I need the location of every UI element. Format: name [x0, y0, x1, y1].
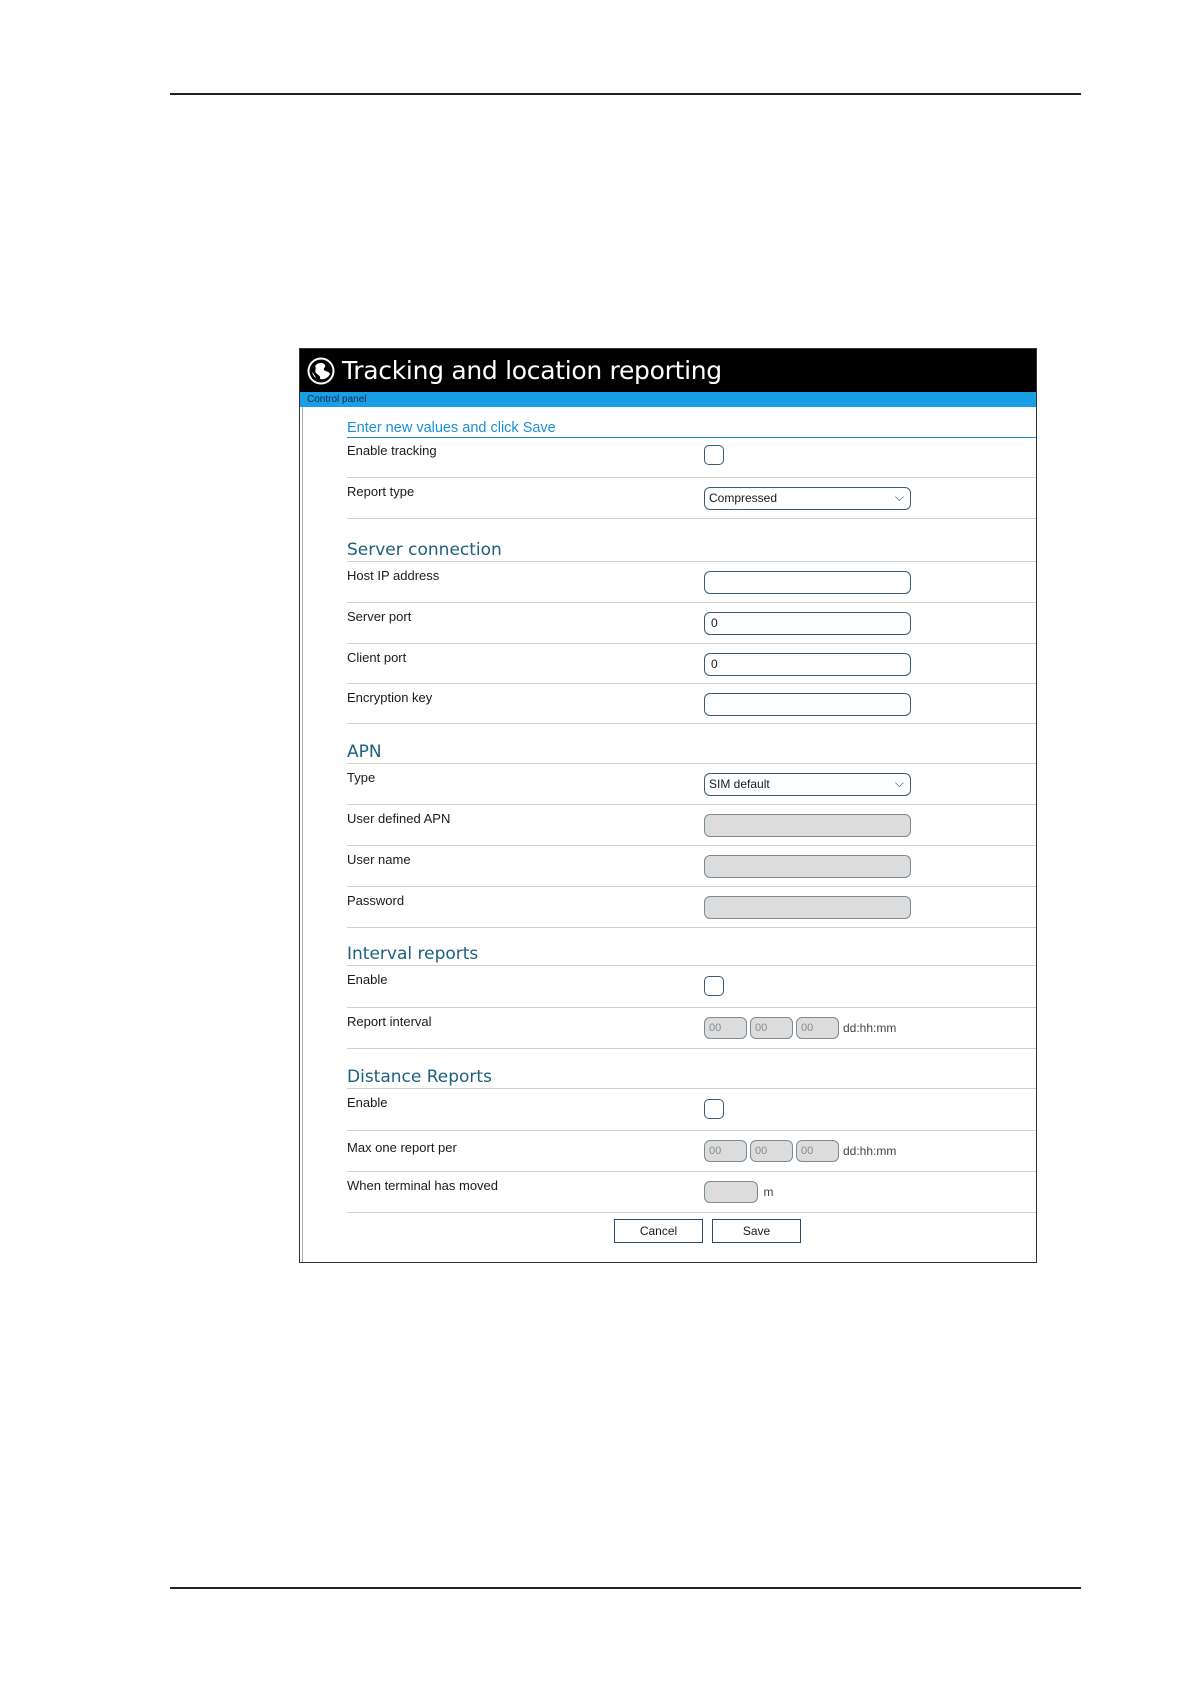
password-label: Password [347, 893, 405, 908]
save-button[interactable]: Save [712, 1219, 801, 1243]
row-moved: When terminal has moved m [347, 1172, 1036, 1213]
row-max-report: Max one report per 00 00 00 dd:hh:mm [347, 1131, 1036, 1172]
row-apn-type: Type SIM default ⌵ [347, 764, 1036, 805]
server-connection-heading: Server connection [347, 540, 1036, 562]
row-user-apn: User defined APN [347, 805, 1036, 846]
report-type-label: Report type [347, 484, 415, 499]
interval-reports-heading: Interval reports [347, 944, 1036, 966]
page-footer-rule [170, 1587, 1081, 1589]
row-encryption-key: Encryption key [347, 684, 1036, 724]
row-client-port: Client port 0 [347, 644, 1036, 684]
max-report-label: Max one report per [347, 1140, 457, 1155]
password-input [704, 896, 911, 919]
interval-hours-input: 00 [750, 1017, 793, 1039]
row-password: Password [347, 887, 1036, 928]
max-days-input: 00 [704, 1140, 747, 1162]
moved-distance-input [704, 1181, 758, 1203]
report-interval-fields: 00 00 00 dd:hh:mm [704, 1017, 896, 1039]
apn-heading: APN [347, 742, 1036, 764]
title-bar: Tracking and location reporting [300, 349, 1036, 392]
sidebar-edge [302, 407, 303, 1262]
window-title: Tracking and location reporting [342, 356, 722, 385]
report-interval-label: Report interval [347, 1014, 432, 1029]
row-username: User name [347, 846, 1036, 887]
max-hours-input: 00 [750, 1140, 793, 1162]
row-interval-enable: Enable [347, 966, 1036, 1008]
interval-days-input: 00 [704, 1017, 747, 1039]
app-window: Tracking and location reporting Control … [299, 348, 1037, 1263]
max-minutes-input: 00 [796, 1140, 839, 1162]
distance-enable-label: Enable [347, 1095, 388, 1110]
server-port-input[interactable]: 0 [704, 612, 911, 635]
host-ip-input[interactable] [704, 571, 911, 594]
max-unit: dd:hh:mm [843, 1144, 897, 1158]
chevron-down-icon: ⌵ [894, 490, 904, 504]
distance-enable-checkbox[interactable] [704, 1099, 724, 1119]
user-apn-input [704, 814, 911, 837]
interval-enable-label: Enable [347, 972, 388, 987]
breadcrumb: Control panel [300, 392, 1036, 407]
moved-label: When terminal has moved [347, 1178, 499, 1193]
max-report-fields: 00 00 00 dd:hh:mm [704, 1140, 896, 1162]
moved-unit: m [763, 1185, 774, 1199]
report-type-select[interactable]: Compressed ⌵ [704, 487, 911, 510]
page-header-rule [170, 93, 1081, 95]
client-port-input[interactable]: 0 [704, 653, 911, 676]
apn-type-value: SIM default [709, 777, 770, 791]
row-report-interval: Report interval 00 00 00 dd:hh:mm [347, 1008, 1036, 1049]
client-port-label: Client port [347, 650, 407, 665]
encryption-key-label: Encryption key [347, 690, 433, 705]
username-label: User name [347, 852, 411, 867]
enable-tracking-checkbox[interactable] [704, 445, 724, 465]
apn-type-label: Type [347, 770, 376, 785]
interval-enable-checkbox[interactable] [704, 976, 724, 996]
server-port-label: Server port [347, 609, 412, 624]
row-enable-tracking: Enable tracking [347, 437, 1036, 478]
row-server-port: Server port 0 [347, 603, 1036, 644]
form-intro: Enter new values and click Save [347, 420, 1036, 438]
username-input [704, 855, 911, 878]
report-type-value: Compressed [709, 491, 778, 505]
host-ip-label: Host IP address [347, 568, 440, 583]
apn-type-select[interactable]: SIM default ⌵ [704, 773, 911, 796]
breadcrumb-control-panel[interactable]: Control panel [307, 394, 366, 405]
row-report-type: Report type Compressed ⌵ [347, 478, 1036, 519]
interval-unit: dd:hh:mm [843, 1021, 897, 1035]
globe-logo-icon [307, 357, 335, 384]
interval-minutes-input: 00 [796, 1017, 839, 1039]
row-distance-enable: Enable [347, 1089, 1036, 1131]
moved-fields: m [704, 1181, 773, 1203]
encryption-key-input[interactable] [704, 693, 911, 716]
enable-tracking-label: Enable tracking [347, 443, 437, 458]
user-apn-label: User defined APN [347, 811, 451, 826]
row-host-ip: Host IP address [347, 562, 1036, 603]
cancel-button[interactable]: Cancel [614, 1219, 703, 1243]
distance-reports-heading: Distance Reports [347, 1067, 1036, 1089]
chevron-down-icon: ⌵ [894, 776, 904, 790]
